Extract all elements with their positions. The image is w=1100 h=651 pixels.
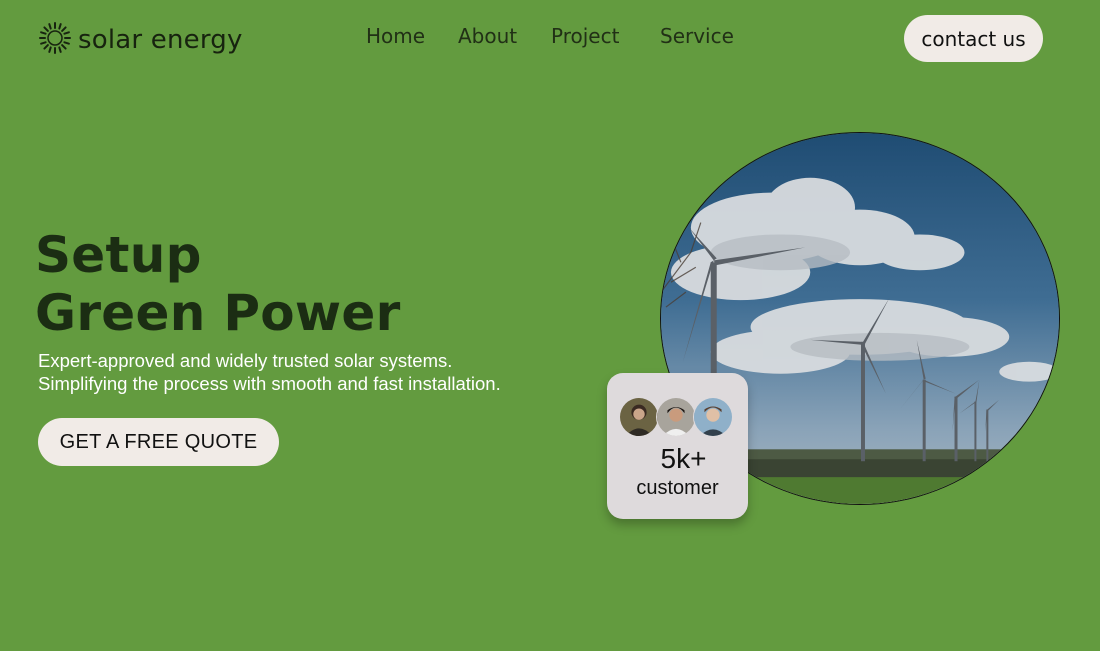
hero-subtitle-line2: Simplifying the process with smooth and … xyxy=(38,373,501,394)
avatar xyxy=(656,397,696,437)
hero-subtitle-line1: Expert-approved and widely trusted solar… xyxy=(38,350,453,371)
nav-project[interactable]: Project xyxy=(551,24,619,48)
hero-subtitle: Expert-approved and widely trusted solar… xyxy=(38,349,501,395)
hero-title: Setup Green Power xyxy=(35,226,401,342)
hero-title-line2: Green Power xyxy=(35,284,401,342)
brand-name: solar energy xyxy=(78,25,243,55)
customer-stat-card: 5k+ customer xyxy=(607,373,748,519)
customer-count: 5k+ xyxy=(660,443,707,474)
sun-icon xyxy=(38,21,72,59)
nav-about[interactable]: About xyxy=(458,24,517,48)
get-free-quote-button[interactable]: GET A FREE QUOTE xyxy=(38,418,279,466)
nav-service[interactable]: Service xyxy=(660,24,734,48)
customer-label: customer xyxy=(636,477,719,499)
avatar xyxy=(693,397,733,437)
contact-us-button[interactable]: contact us xyxy=(904,15,1043,62)
brand-logo[interactable]: solar energy xyxy=(38,20,243,60)
avatar xyxy=(619,397,659,437)
customer-avatars xyxy=(619,397,739,437)
nav-home[interactable]: Home xyxy=(366,24,425,48)
hero-title-line1: Setup xyxy=(35,226,202,284)
